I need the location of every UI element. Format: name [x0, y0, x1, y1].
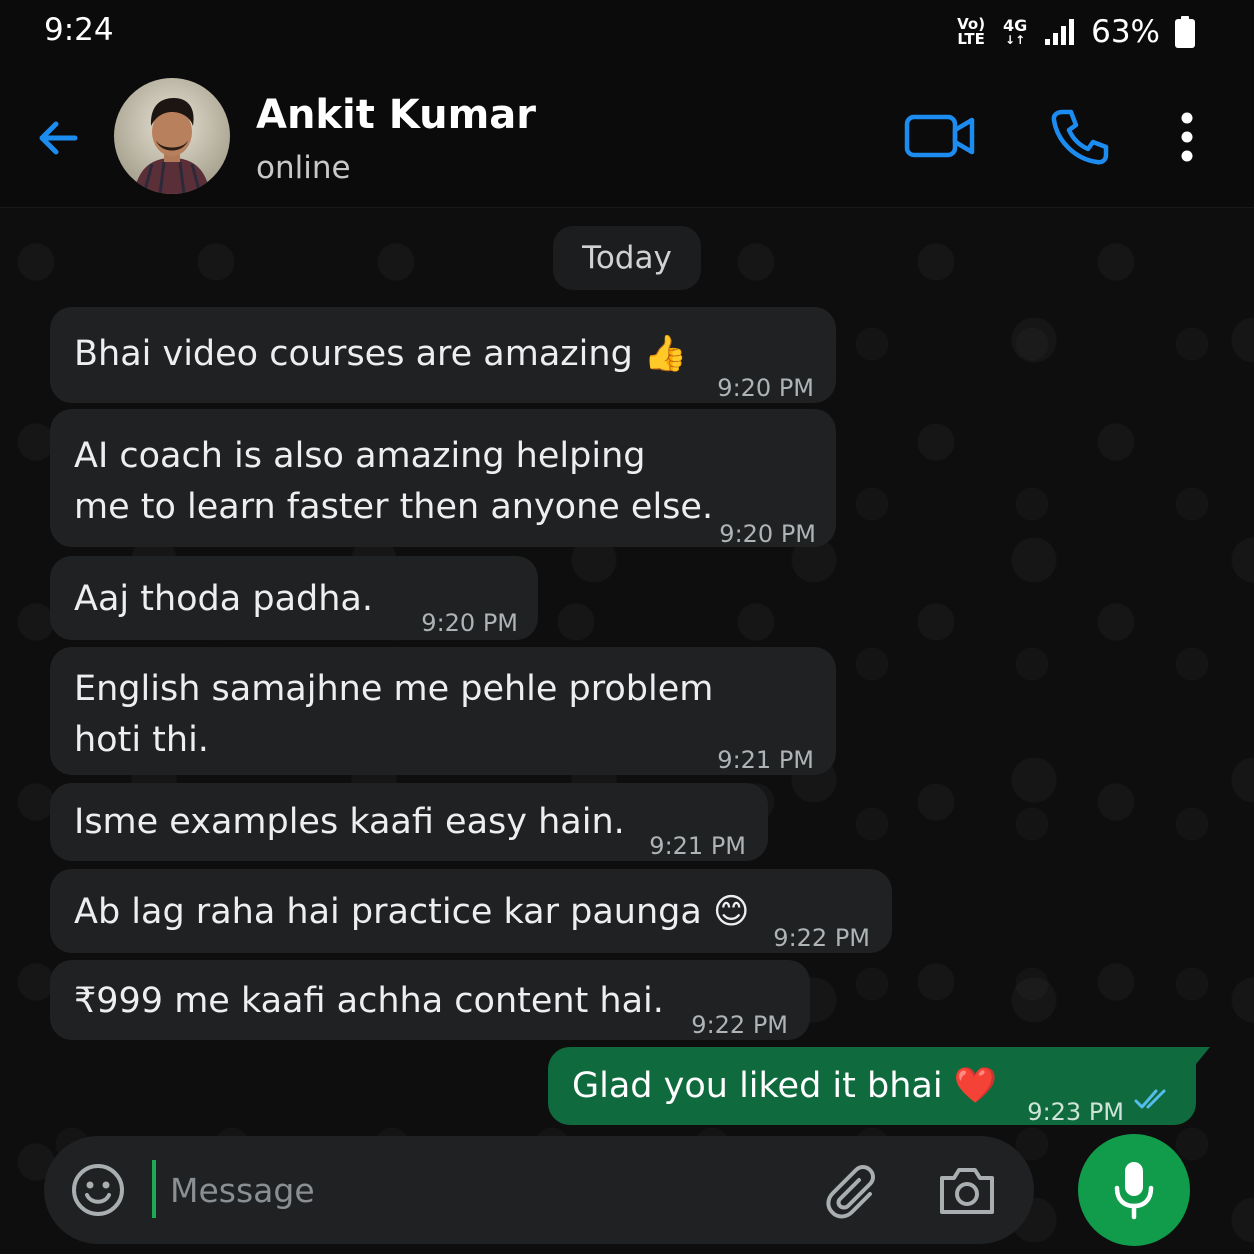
status-bar: 9:24 Vo) LTE 4G ↓↑ 63%	[0, 0, 1254, 64]
message-text: Aaj thoda padha.	[74, 579, 373, 619]
contact-status: online	[256, 150, 351, 186]
message-time: 9:20 PM	[421, 609, 518, 637]
message-text: AI coach is also amazing helping me to l…	[74, 431, 713, 533]
incoming-message[interactable]: Ab lag raha hai practice kar paunga 😊 9:…	[50, 869, 892, 953]
message-time: 9:20 PM	[719, 520, 816, 548]
message-composer	[44, 1136, 1034, 1244]
signal-icon	[1045, 19, 1075, 45]
phone-icon	[1051, 109, 1109, 165]
message-time: 9:20 PM	[717, 374, 814, 402]
bubble-tail	[1192, 1047, 1210, 1069]
message-line: me to learn faster then anyone else.	[74, 487, 714, 527]
avatar[interactable]	[114, 78, 230, 194]
back-button[interactable]	[30, 110, 86, 166]
video-call-icon	[904, 114, 975, 158]
microphone-icon	[1114, 1162, 1154, 1220]
paperclip-icon	[826, 1165, 875, 1219]
network-indicator: 4G ↓↑	[1001, 16, 1029, 47]
chat-header: Ankit Kumar online	[0, 64, 1254, 208]
incoming-message[interactable]: AI coach is also amazing helping me to l…	[50, 409, 836, 548]
voice-message-button[interactable]	[1078, 1134, 1190, 1246]
incoming-message[interactable]: ₹999 me kaafi achha content hai. 9:22 PM	[50, 960, 810, 1040]
message-input[interactable]	[170, 1164, 790, 1216]
battery-icon	[1175, 16, 1195, 48]
message-line: English samajhne me pehle problem	[74, 669, 714, 709]
incoming-message[interactable]: English samajhne me pehle problem hoti t…	[50, 647, 836, 775]
contact-name[interactable]: Ankit Kumar	[256, 92, 536, 138]
status-indicators: Vo) LTE 4G ↓↑ 63%	[955, 12, 1196, 52]
camera-button[interactable]	[936, 1162, 998, 1220]
message-time: 9:21 PM	[717, 746, 814, 774]
incoming-message[interactable]: Isme examples kaafi easy hain. 9:21 PM	[50, 783, 768, 861]
video-call-button[interactable]	[900, 108, 980, 164]
voice-call-button[interactable]	[1044, 106, 1114, 168]
emoji-icon	[72, 1164, 124, 1216]
outgoing-message[interactable]: Glad you liked it bhai ❤️ 9:23 PM	[548, 1047, 1196, 1126]
data-arrows-icon: ↓↑	[1005, 33, 1026, 47]
status-time: 9:24	[44, 12, 114, 48]
message-time: 9:22 PM	[773, 924, 870, 952]
message-time: 9:21 PM	[649, 832, 746, 860]
message-time: 9:23 PM	[1027, 1098, 1124, 1126]
message-text: Isme examples kaafi easy hain.	[74, 802, 625, 842]
attach-button[interactable]	[822, 1162, 880, 1220]
message-time: 9:22 PM	[691, 1011, 788, 1039]
avatar-photo	[114, 78, 230, 194]
incoming-message[interactable]: Bhai video courses are amazing 👍 9:20 PM	[50, 307, 836, 403]
message-line: AI coach is also amazing helping	[74, 436, 646, 476]
emoji-button[interactable]	[70, 1162, 126, 1218]
date-separator: Today	[553, 226, 701, 290]
battery-percent: 63%	[1091, 14, 1160, 50]
back-arrow-icon	[39, 121, 78, 155]
message-text: Ab lag raha hai practice kar paunga 😊	[74, 892, 750, 932]
message-text: Glad you liked it bhai ❤️	[572, 1066, 998, 1106]
volte-bottom-label: LTE	[957, 30, 985, 48]
message-text: English samajhne me pehle problem hoti t…	[74, 664, 713, 766]
camera-icon	[940, 1168, 994, 1214]
message-line: hoti thi.	[74, 720, 209, 760]
message-text: ₹999 me kaafi achha content hai.	[74, 981, 664, 1021]
more-vertical-icon	[1181, 112, 1193, 162]
volte-indicator: Vo) LTE	[955, 17, 987, 47]
network-type-label: 4G	[1002, 16, 1028, 35]
text-cursor	[152, 1160, 156, 1218]
incoming-message[interactable]: Aaj thoda padha. 9:20 PM	[50, 556, 538, 640]
double-check-icon	[1134, 1089, 1166, 1109]
more-options-button[interactable]	[1166, 108, 1208, 166]
message-text: Bhai video courses are amazing 👍	[74, 334, 688, 374]
